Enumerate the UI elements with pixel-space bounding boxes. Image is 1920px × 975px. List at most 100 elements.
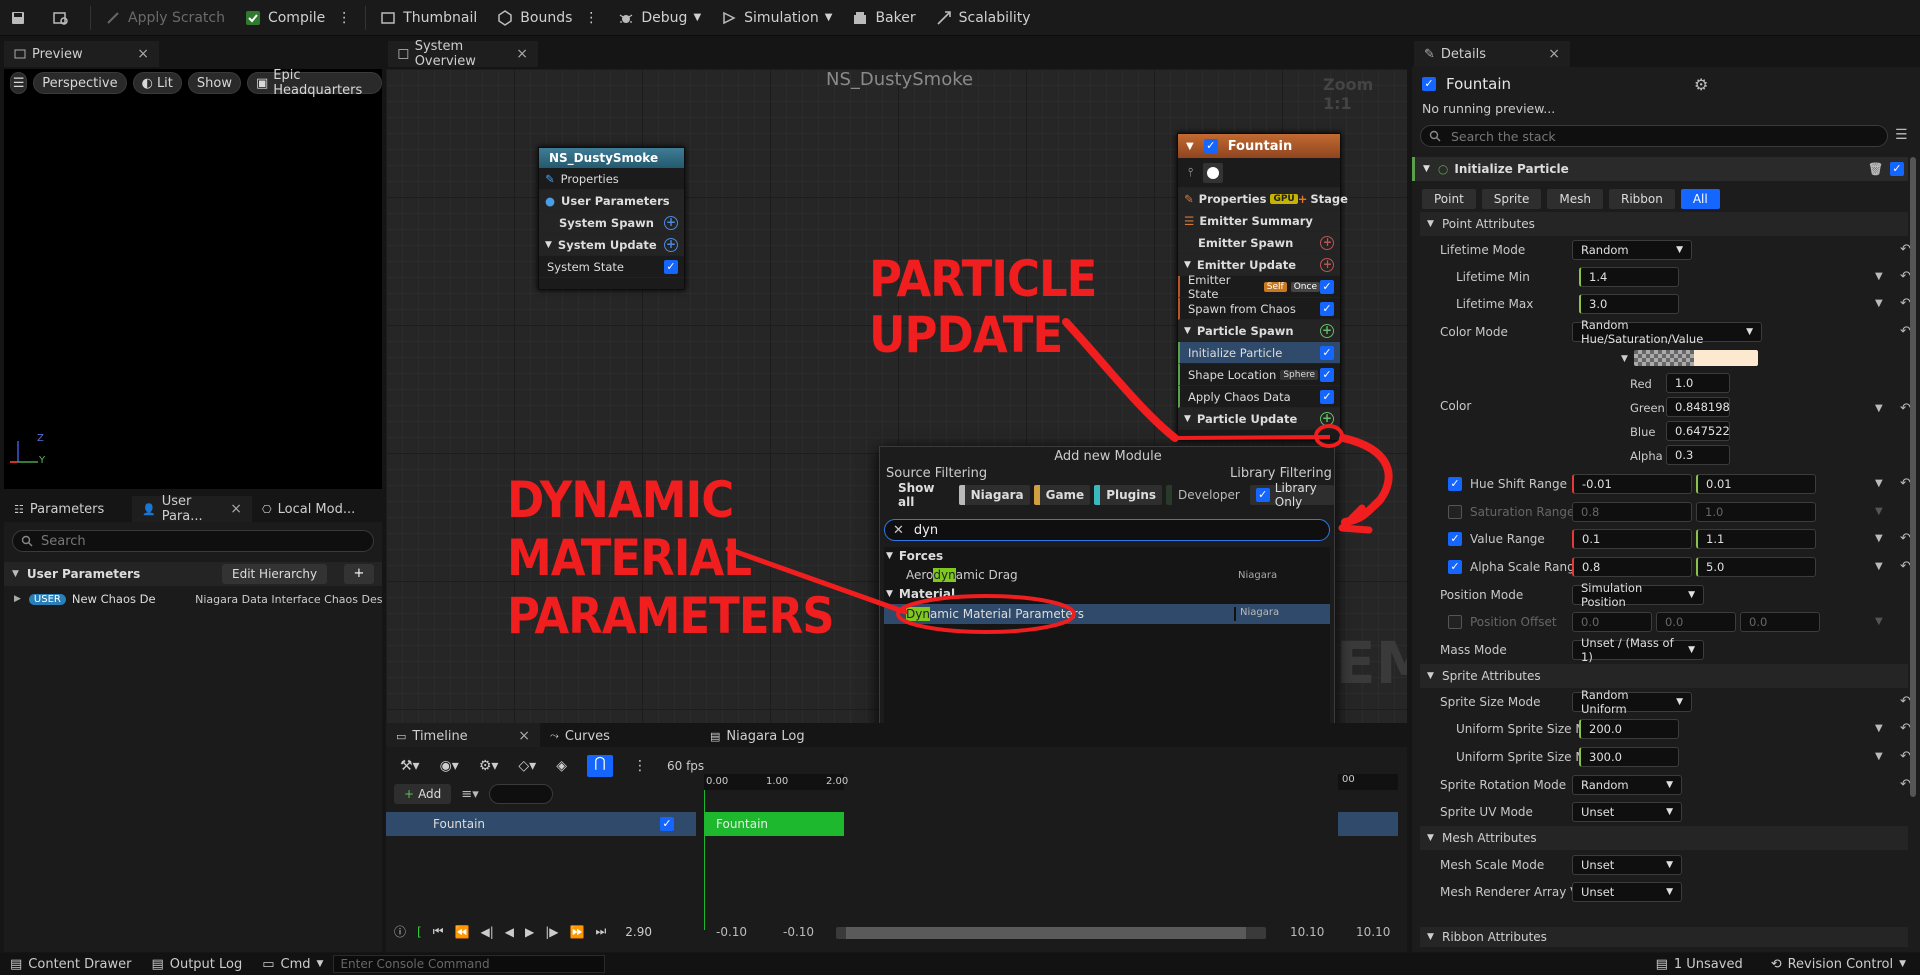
value-max-input[interactable]: 1.1	[1696, 528, 1816, 549]
developer-filter[interactable]: Developer	[1166, 485, 1246, 505]
apply-chaos-data-row[interactable]: Apply Chaos Data ✓	[1178, 386, 1340, 408]
position-offset-x[interactable]: 0.0	[1572, 611, 1652, 632]
add-module-icon[interactable]: +	[1320, 235, 1334, 250]
blue-input[interactable]: 0.647522	[1666, 421, 1730, 441]
stack-search-input[interactable]: Search the stack	[1420, 125, 1888, 147]
mesh-renderer-dropdown[interactable]: Unset ▼	[1572, 881, 1682, 902]
debug-button[interactable]: Debug ▼	[608, 0, 711, 36]
timeline-scrollbar[interactable]	[836, 927, 1266, 939]
game-filter[interactable]: Game	[1033, 485, 1091, 505]
show-button[interactable]: Show	[187, 72, 241, 94]
chevron-down-icon[interactable]: ▼	[1875, 403, 1883, 414]
perspective-button[interactable]: Perspective	[33, 72, 127, 94]
add-module-icon[interactable]: +	[1320, 411, 1334, 426]
section-mesh-attributes[interactable]: ▼ Mesh Attributes	[1420, 826, 1908, 850]
shape-location-row[interactable]: Shape Location Sphere ✓	[1178, 364, 1340, 386]
chevron-down-icon[interactable]: ▼	[1875, 478, 1883, 489]
library-only-toggle[interactable]: ✓ Library Only	[1249, 481, 1334, 509]
sat-min-input[interactable]: 0.8	[1572, 501, 1692, 522]
step-forward-icon[interactable]: |▶	[545, 925, 558, 939]
cmd-dropdown[interactable]: ▭ Cmd ▼	[252, 957, 333, 972]
thumbnail-button[interactable]: Thumbnail	[370, 0, 487, 36]
particle-update-row[interactable]: ▼ Particle Update +	[1178, 408, 1340, 430]
level-button[interactable]: ▣ Epic Headquarters	[246, 68, 382, 98]
view-icon[interactable]: ◉▾	[440, 758, 459, 774]
reverse-icon[interactable]: ◀	[505, 925, 514, 939]
system-node[interactable]: NS_DustySmoke ✎ Properties ● User Paramete…	[538, 147, 685, 290]
collapse-icon[interactable]: ▼	[1186, 141, 1194, 152]
pin-icon[interactable]: ⫯	[1188, 165, 1193, 180]
enabled-checkbox[interactable]: ✓	[1320, 367, 1334, 382]
bounds-button[interactable]: Bounds ⋮	[487, 0, 608, 36]
initialize-particle-row[interactable]: Initialize Particle ✓	[1178, 342, 1340, 364]
chevron-down-icon[interactable]: ▼	[1875, 533, 1883, 544]
section-sprite-attributes[interactable]: ▼ Sprite Attributes	[1420, 664, 1908, 688]
category-forces[interactable]: ▼ Forces	[886, 547, 943, 565]
add-module-icon[interactable]: +	[1320, 323, 1334, 338]
close-icon[interactable]: ×	[230, 501, 242, 517]
console-input[interactable]: Enter Console Command	[333, 955, 606, 973]
baker-button[interactable]: Baker	[842, 0, 925, 36]
range-start[interactable]: -0.10	[716, 925, 747, 939]
chevron-down-icon[interactable]: ▼	[1875, 298, 1883, 309]
tab-timeline[interactable]: ▭ Timeline ×	[386, 723, 540, 749]
position-offset-checkbox[interactable]	[1448, 614, 1462, 629]
sprite-rotation-dropdown[interactable]: Random ▼	[1572, 774, 1682, 795]
filter-point[interactable]: Point	[1422, 189, 1476, 209]
particle-spawn-row[interactable]: ▼ Particle Spawn +	[1178, 320, 1340, 342]
step-back-icon[interactable]: ◀|	[480, 925, 493, 939]
tab-details[interactable]: ✎ Details ×	[1414, 41, 1570, 67]
tab-preview[interactable]: Preview ×	[4, 41, 159, 67]
scalability-button[interactable]: Scalability	[926, 0, 1041, 36]
collapse-icon[interactable]: ▼	[886, 551, 893, 561]
niagara-filter[interactable]: Niagara	[958, 485, 1030, 505]
clear-search-icon[interactable]: ✕	[893, 523, 904, 538]
saturation-checkbox[interactable]	[1448, 504, 1462, 519]
range-end[interactable]: 10.10	[1356, 925, 1390, 939]
filter-ribbon[interactable]: Ribbon	[1608, 189, 1675, 209]
key-icon[interactable]: ◇▾	[518, 758, 536, 774]
collapse-icon[interactable]: ▼	[1184, 326, 1191, 336]
chevron-down-icon[interactable]: ▼	[1875, 751, 1883, 762]
enabled-checkbox[interactable]: ✓	[1320, 345, 1334, 360]
add-stage-icon[interactable]: +	[1298, 192, 1308, 206]
content-drawer-button[interactable]: ▤ Content Drawer	[0, 957, 141, 972]
fps-label[interactable]: 60 fps	[667, 759, 704, 773]
module-enabled-checkbox[interactable]: ✓	[1890, 162, 1904, 176]
emitter-properties-row[interactable]: ✎ Properties GPU + Stage	[1178, 188, 1348, 210]
system-state-row[interactable]: System State ✓	[539, 256, 684, 278]
module-item-aerodynamic-drag[interactable]: Aero dyn amic Drag Niagara	[884, 566, 1330, 584]
play-icon[interactable]: ▶	[525, 925, 534, 939]
module-header-initialize-particle[interactable]: ▼ ○ Initialize Particle 🗑 ✓	[1412, 157, 1908, 181]
sprite-uv-dropdown[interactable]: Unset ▼	[1572, 801, 1682, 822]
user-parameter-row[interactable]: ▶ USER New Chaos De Niagara Data Interfa…	[4, 588, 382, 610]
lifetime-mode-dropdown[interactable]: Random ▼	[1572, 239, 1692, 260]
compile-options-icon[interactable]: ⋮	[337, 10, 351, 26]
value-range-checkbox[interactable]: ✓	[1448, 531, 1462, 546]
add-parameter-button[interactable]: +	[344, 564, 374, 584]
details-scrollbar[interactable]	[1910, 157, 1916, 797]
color-mode-dropdown[interactable]: Random Hue/Saturation/Value ▼	[1572, 318, 1762, 346]
loop-start-icon[interactable]: [	[417, 925, 422, 939]
show-all-button[interactable]: Show all	[886, 481, 955, 509]
hue-min-input[interactable]: -0.01	[1572, 473, 1692, 494]
preview-viewport[interactable]: ☰ Perspective ◐ Lit Show ▣ Epic Headquarte…	[4, 68, 382, 489]
more-icon[interactable]: ⋮	[633, 758, 647, 774]
enabled-checkbox[interactable]: ✓	[1320, 279, 1334, 294]
params-search-box[interactable]: Search	[12, 530, 374, 552]
revision-control-button[interactable]: ⟲ Revision Control ▼	[1757, 957, 1920, 972]
collapse-icon[interactable]: ▼	[1184, 414, 1191, 424]
range-view-end[interactable]: 10.10	[1290, 925, 1324, 939]
module-item-dynamic-material-parameters[interactable]: Dyn amic Material Parameters Niagara	[884, 604, 1330, 624]
section-ribbon-attributes[interactable]: ▼ Ribbon Attributes	[1420, 927, 1908, 947]
timeline-ruler[interactable]: 0.00 1.00 2.00	[704, 774, 848, 790]
add-module-icon[interactable]: +	[1320, 257, 1334, 272]
current-time[interactable]: 2.90	[625, 925, 652, 939]
module-search-input[interactable]: ✕ dyn	[884, 519, 1330, 541]
collapse-icon[interactable]: ▼	[1427, 671, 1434, 681]
collapse-icon[interactable]: ▼	[545, 240, 552, 250]
save-button[interactable]	[0, 0, 43, 36]
emitter-enabled-checkbox[interactable]: ✓	[1203, 139, 1218, 153]
edit-hierarchy-button[interactable]: Edit Hierarchy	[222, 564, 328, 584]
position-offset-y[interactable]: 0.0	[1656, 611, 1736, 632]
